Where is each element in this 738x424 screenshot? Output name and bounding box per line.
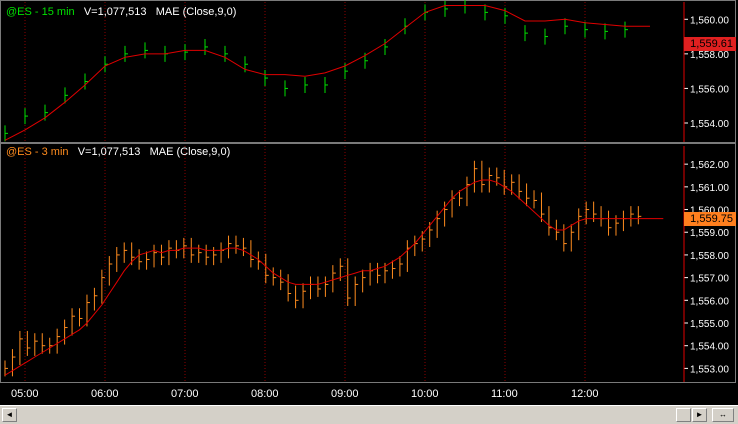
bottom-ytick-label: 1,555.00 (690, 319, 729, 330)
bottom-ytick-label: 1,556.00 (690, 296, 729, 307)
bottom-ytick-label: 1,553.00 (690, 364, 729, 375)
bottom-pane-title: @ES - 3 min V=1,077,513 MAE (Close,9,0) (6, 146, 230, 158)
top-ytick-label: 1,560.00 (690, 15, 729, 26)
bottom-ytick-label: 1,561.00 (690, 183, 729, 194)
time-axis-label: 06:00 (91, 388, 119, 400)
price-charts-svg: 1,560.00 1,558.00 1,556.00 1,554.00 1,562.00… (4, 0, 729, 382)
scroll-thumb[interactable] (676, 408, 691, 422)
bottom-ytick-label: 1,558.00 (690, 251, 729, 262)
bottom-ytick-label: 1,554.00 (690, 342, 729, 353)
scroll-right-button[interactable]: ► (692, 408, 707, 422)
top-pane-indicator: MAE (Close,9,0) (155, 6, 237, 18)
time-axis-label: 12:00 (571, 388, 599, 400)
zoom-button[interactable]: ↔ (712, 408, 734, 422)
time-axis-label: 10:00 (411, 388, 439, 400)
top-pane-symbol: @ES - 15 min (6, 6, 75, 18)
time-axis-label: 07:00 (171, 388, 199, 400)
mae-line (4, 5, 650, 141)
top-ytick-label: 1,558.00 (690, 50, 729, 61)
top-pane-volume: V=1,077,513 (83, 6, 147, 18)
time-axis-label: 08:00 (251, 388, 279, 400)
top-pane-title: @ES - 15 min V=1,077,513 MAE (Close,9,0) (6, 6, 236, 18)
bottom-pane-volume: V=1,077,513 (77, 146, 141, 158)
time-axis-label: 11:00 (491, 388, 518, 400)
chart-window: 1,560.00 1,558.00 1,556.00 1,554.00 1,562.00… (0, 0, 738, 424)
bottom-pane-indicator: MAE (Close,9,0) (149, 146, 231, 158)
bottom-last-price-tag: 1,559.75 (684, 212, 736, 226)
bottom-ytick-label: 1,559.00 (690, 228, 729, 239)
horizontal-scrollbar[interactable]: ◄ ► ↔ (0, 405, 738, 424)
top-last-price-tag: 1,559.61 (684, 37, 736, 51)
top-ytick-label: 1,556.00 (690, 84, 729, 95)
bottom-ytick-label: 1,562.00 (690, 160, 729, 171)
top-ytick-label: 1,554.00 (690, 119, 729, 130)
time-axis-label: 05:00 (11, 388, 39, 400)
bottom-ytick-label: 1,557.00 (690, 274, 729, 285)
scroll-left-button[interactable]: ◄ (2, 408, 17, 422)
time-axis-label: 09:00 (331, 388, 359, 400)
bottom-pane-symbol: @ES - 3 min (6, 146, 69, 158)
